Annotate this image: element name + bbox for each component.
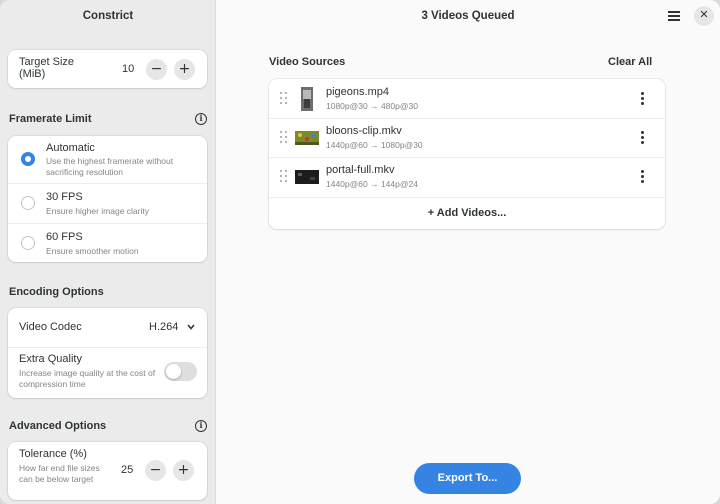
sidebar-title: Constrict — [82, 10, 134, 22]
video-thumbnail — [301, 87, 313, 111]
video-codec-label: Video Codec — [19, 321, 82, 333]
target-size-card: Target Size (MiB) 10 − + — [8, 50, 207, 88]
framerate-heading: Framerate Limit — [9, 113, 92, 125]
video-thumbnail — [295, 170, 319, 184]
tolerance-increment-button[interactable]: + — [173, 460, 194, 481]
target-size-value: 10 — [122, 63, 135, 75]
extra-quality-desc: Increase image quality at the cost of co… — [19, 368, 156, 389]
tolerance-label: Tolerance (%) — [19, 448, 87, 460]
framerate-radio-automatic[interactable] — [21, 152, 35, 166]
tolerance-desc: How far end file sizes can be below targ… — [19, 463, 100, 484]
target-size-label: Target Size (MiB) — [19, 56, 75, 80]
advanced-heading: Advanced Options — [9, 420, 107, 432]
extra-quality-toggle[interactable] — [164, 362, 197, 381]
video-codec-value: H.264 — [149, 321, 179, 333]
video-thumbnail — [295, 131, 319, 145]
video-meta: 1440p@60 → 1080p@30 — [326, 140, 423, 150]
framerate-option-label: 60 FPS — [46, 231, 83, 243]
add-videos-button[interactable]: + Add Videos... — [269, 197, 665, 229]
framerate-radio-30fps[interactable] — [21, 196, 35, 210]
video-meta: 1080p@30 → 480p@30 — [326, 101, 418, 111]
video-row: portal-full.mkv 1440p@60 → 144p@24 — [269, 157, 665, 197]
encoding-heading: Encoding Options — [9, 286, 104, 298]
framerate-radio-60fps[interactable] — [21, 236, 35, 250]
video-name: pigeons.mp4 — [326, 86, 389, 98]
drag-handle-icon[interactable] — [280, 131, 288, 144]
drag-handle-icon[interactable] — [280, 170, 288, 183]
framerate-option-desc: Use the highest framerate without sacrif… — [46, 156, 174, 177]
extra-quality-label: Extra Quality — [19, 353, 82, 365]
chevron-down-icon — [187, 324, 195, 330]
tolerance-value: 25 — [121, 464, 134, 476]
more-options-icon[interactable] — [639, 170, 645, 184]
video-list: pigeons.mp4 1080p@30 → 480p@30 bloons-cl… — [269, 79, 665, 229]
video-row: pigeons.mp4 1080p@30 → 480p@30 — [269, 79, 665, 119]
video-name: portal-full.mkv — [326, 164, 395, 176]
framerate-option-label: 30 FPS — [46, 191, 83, 203]
sidebar: Constrict Target Size (MiB) 10 − + Frame… — [0, 0, 216, 504]
framerate-card: Automatic Use the highest framerate with… — [8, 136, 207, 262]
main-pane: 3 Videos Queued ✕ Video Sources Clear Al… — [216, 0, 720, 504]
more-options-icon[interactable] — [639, 131, 645, 145]
divider — [8, 223, 207, 224]
clear-all-button[interactable]: Clear All — [608, 56, 652, 68]
framerate-option-desc: Ensure higher image clarity — [46, 206, 149, 216]
target-size-increment-button[interactable]: + — [174, 59, 195, 80]
target-size-decrement-button[interactable]: − — [146, 59, 167, 80]
app-window: Constrict Target Size (MiB) 10 − + Frame… — [0, 0, 720, 504]
export-button[interactable]: Export To... — [414, 463, 521, 494]
video-codec-dropdown[interactable]: H.264 — [146, 317, 202, 337]
tolerance-decrement-button[interactable]: − — [145, 460, 166, 481]
advanced-card: Tolerance (%) How far end file sizes can… — [8, 442, 207, 500]
framerate-info-icon[interactable]: i — [195, 113, 207, 125]
video-sources-heading: Video Sources — [269, 56, 346, 68]
close-button[interactable]: ✕ — [694, 6, 714, 26]
framerate-option-desc: Ensure smoother motion — [46, 246, 139, 256]
divider — [8, 347, 207, 348]
more-options-icon[interactable] — [639, 92, 645, 106]
toggle-knob — [166, 364, 181, 379]
encoding-card: Video Codec H.264 Extra Quality Increase… — [8, 308, 207, 398]
advanced-info-icon[interactable]: i — [195, 420, 207, 432]
divider — [8, 183, 207, 184]
video-row: bloons-clip.mkv 1440p@60 → 1080p@30 — [269, 118, 665, 158]
framerate-option-label: Automatic — [46, 142, 95, 154]
video-name: bloons-clip.mkv — [326, 125, 402, 137]
video-meta: 1440p@60 → 144p@24 — [326, 179, 418, 189]
hamburger-menu-icon[interactable] — [668, 11, 680, 21]
window-title: 3 Videos Queued — [421, 10, 515, 22]
drag-handle-icon[interactable] — [280, 92, 288, 105]
